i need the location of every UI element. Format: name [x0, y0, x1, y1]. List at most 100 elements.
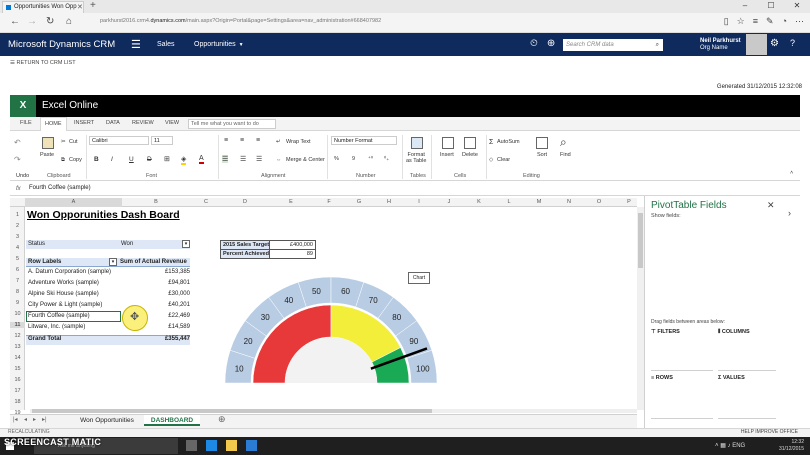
tell-me-input[interactable]: Tell me what you want to do [188, 119, 276, 129]
url-field[interactable]: parkhurst2016.crm4.dynamics.com/main.asp… [100, 18, 381, 24]
cut-button[interactable]: Cut [69, 139, 78, 145]
number-format-select[interactable]: Number Format [331, 136, 397, 145]
delete-cells-icon[interactable] [464, 137, 476, 149]
home-icon[interactable]: ⌂ [66, 16, 72, 27]
column-header-j[interactable]: J [434, 198, 464, 207]
row-labels-filter-icon[interactable]: ▾ [109, 258, 117, 266]
filters-zone[interactable]: ⊤ FILTERS [651, 329, 680, 335]
column-header-o[interactable]: O [584, 198, 614, 207]
align-middle-icon[interactable]: ≡ [240, 137, 244, 144]
notes-icon[interactable]: ✎ [766, 16, 774, 27]
hub-icon[interactable]: ≡ [753, 16, 758, 27]
merge-icon[interactable]: ⇔ [276, 157, 282, 163]
copy-button[interactable]: Copy [69, 157, 82, 163]
cut-icon[interactable]: ✂ [61, 139, 66, 145]
bold-button[interactable]: B [94, 156, 99, 163]
filter-label[interactable]: Status [28, 241, 45, 247]
sort-icon[interactable] [536, 137, 548, 149]
percent-value[interactable]: 89 [269, 249, 316, 259]
delete-button[interactable]: Delete [462, 152, 478, 158]
column-header-e[interactable]: E [268, 198, 314, 207]
paste-icon[interactable] [42, 137, 54, 149]
forward-icon[interactable]: → [27, 16, 37, 27]
tab-data[interactable]: DATA [106, 120, 120, 126]
copy-icon[interactable]: ⧉ [61, 157, 65, 164]
row-header-18[interactable]: 18 [10, 399, 25, 405]
row-header-3[interactable]: 3 [10, 234, 25, 240]
row-header-10[interactable]: 10 [10, 311, 25, 317]
crm-search-input[interactable]: Search CRM data ⌕ [563, 39, 663, 51]
maximize-icon[interactable]: ☐ [758, 0, 784, 13]
store-icon[interactable] [246, 440, 257, 451]
help-improve-office-link[interactable]: HELP IMPROVE OFFICE [741, 429, 798, 435]
autosum-icon[interactable]: Σ [489, 139, 493, 146]
column-header-l[interactable]: L [494, 198, 524, 207]
minimize-icon[interactable]: – [732, 0, 758, 13]
network-icon[interactable]: ▦ [720, 443, 726, 449]
edge-icon[interactable] [206, 440, 217, 451]
gear-icon[interactable]: ⚙ [770, 38, 779, 49]
browser-tab[interactable]: Opportunities Won Opp ✕ [2, 1, 84, 13]
undo-icon[interactable]: ↶ [14, 138, 21, 147]
format-as-table-button[interactable]: Format as Table [406, 152, 426, 164]
strikethrough-button[interactable]: D [147, 156, 152, 163]
next-sheet-icon[interactable]: ▸ [33, 416, 36, 423]
row-header-4[interactable]: 4 [10, 245, 25, 251]
align-left-icon[interactable]: ☰ [222, 155, 229, 163]
sheet-tab-dashboard[interactable]: DASHBOARD [144, 415, 200, 426]
percent-label[interactable]: Percent Achieved [220, 249, 270, 259]
percent-button[interactable]: % [334, 156, 339, 162]
share-icon[interactable]: ◔ [782, 16, 787, 27]
rows-zone[interactable]: ≡ ROWS [651, 375, 673, 381]
column-header-g[interactable]: G [344, 198, 374, 207]
recent-icon[interactable]: ⏲ [530, 38, 538, 49]
chart-label[interactable]: Chart [408, 272, 430, 284]
row-header-15[interactable]: 15 [10, 366, 25, 372]
autosum-button[interactable]: AutoSum [497, 139, 520, 145]
redo-icon[interactable]: ↷ [14, 155, 21, 164]
pivot-row-label[interactable]: Adventure Works (sample) [28, 280, 99, 286]
task-view-icon[interactable] [186, 440, 197, 451]
first-sheet-icon[interactable]: |◂ [13, 416, 18, 423]
grand-total-label[interactable]: Grand Total [28, 336, 61, 342]
avatar[interactable] [746, 34, 767, 55]
row-header-11[interactable]: 11 [10, 322, 25, 328]
return-to-crm-list[interactable]: ☰ RETURN TO CRM LIST [10, 60, 76, 66]
font-name-select[interactable]: Calibri [89, 136, 149, 145]
borders-icon[interactable]: ⊞ [164, 155, 170, 163]
user-info[interactable]: Neil Parkhurst Org Name [700, 38, 741, 52]
help-icon[interactable]: ? [790, 38, 795, 48]
horizontal-scroll-thumb[interactable] [32, 409, 432, 413]
values-zone[interactable]: Σ VALUES [718, 375, 745, 381]
clear-icon[interactable]: ◇ [489, 157, 493, 163]
font-size-select[interactable]: 11 [151, 136, 173, 145]
reading-view-icon[interactable]: ▯ [724, 16, 729, 27]
pivot-value-header[interactable]: Sum of Actual Revenue [120, 259, 187, 265]
chevron-up-icon[interactable]: ˄ [715, 443, 719, 449]
pivot-row-labels[interactable]: Row Labels [28, 259, 61, 265]
clock[interactable]: 12:32 31/12/2015 [779, 439, 804, 453]
columns-zone[interactable]: ⫴ COLUMNS [718, 329, 750, 336]
column-header-h[interactable]: H [374, 198, 404, 207]
decrease-decimal-icon[interactable]: ⁰₊ [384, 156, 389, 162]
search-icon[interactable]: ⌕ [656, 39, 659, 51]
more-icon[interactable]: ⋯ [795, 16, 804, 27]
italic-button[interactable]: I [111, 156, 113, 163]
filter-dropdown-icon[interactable]: ▾ [182, 240, 190, 248]
last-sheet-icon[interactable]: ▸| [42, 416, 47, 423]
pivot-row-value[interactable]: £94,801 [120, 280, 190, 286]
merge-center-button[interactable]: Merge & Center [286, 157, 325, 163]
underline-button[interactable]: U [129, 156, 134, 163]
tab-review[interactable]: REVIEW [132, 120, 154, 126]
row-header-17[interactable]: 17 [10, 388, 25, 394]
row-header-7[interactable]: 7 [10, 278, 25, 284]
insert-button[interactable]: Insert [440, 152, 454, 158]
wrap-text-icon[interactable]: ↵ [276, 139, 281, 145]
align-bottom-icon[interactable]: ≡ [256, 137, 260, 144]
volume-icon[interactable]: ♪ [728, 443, 731, 449]
column-header-p[interactable]: P [614, 198, 644, 207]
column-header-m[interactable]: M [524, 198, 554, 207]
find-icon[interactable]: ⌕ [560, 135, 567, 150]
format-as-table-icon[interactable] [411, 137, 423, 149]
pivot-row-label[interactable]: Alpine Ski House (sample) [28, 291, 99, 297]
